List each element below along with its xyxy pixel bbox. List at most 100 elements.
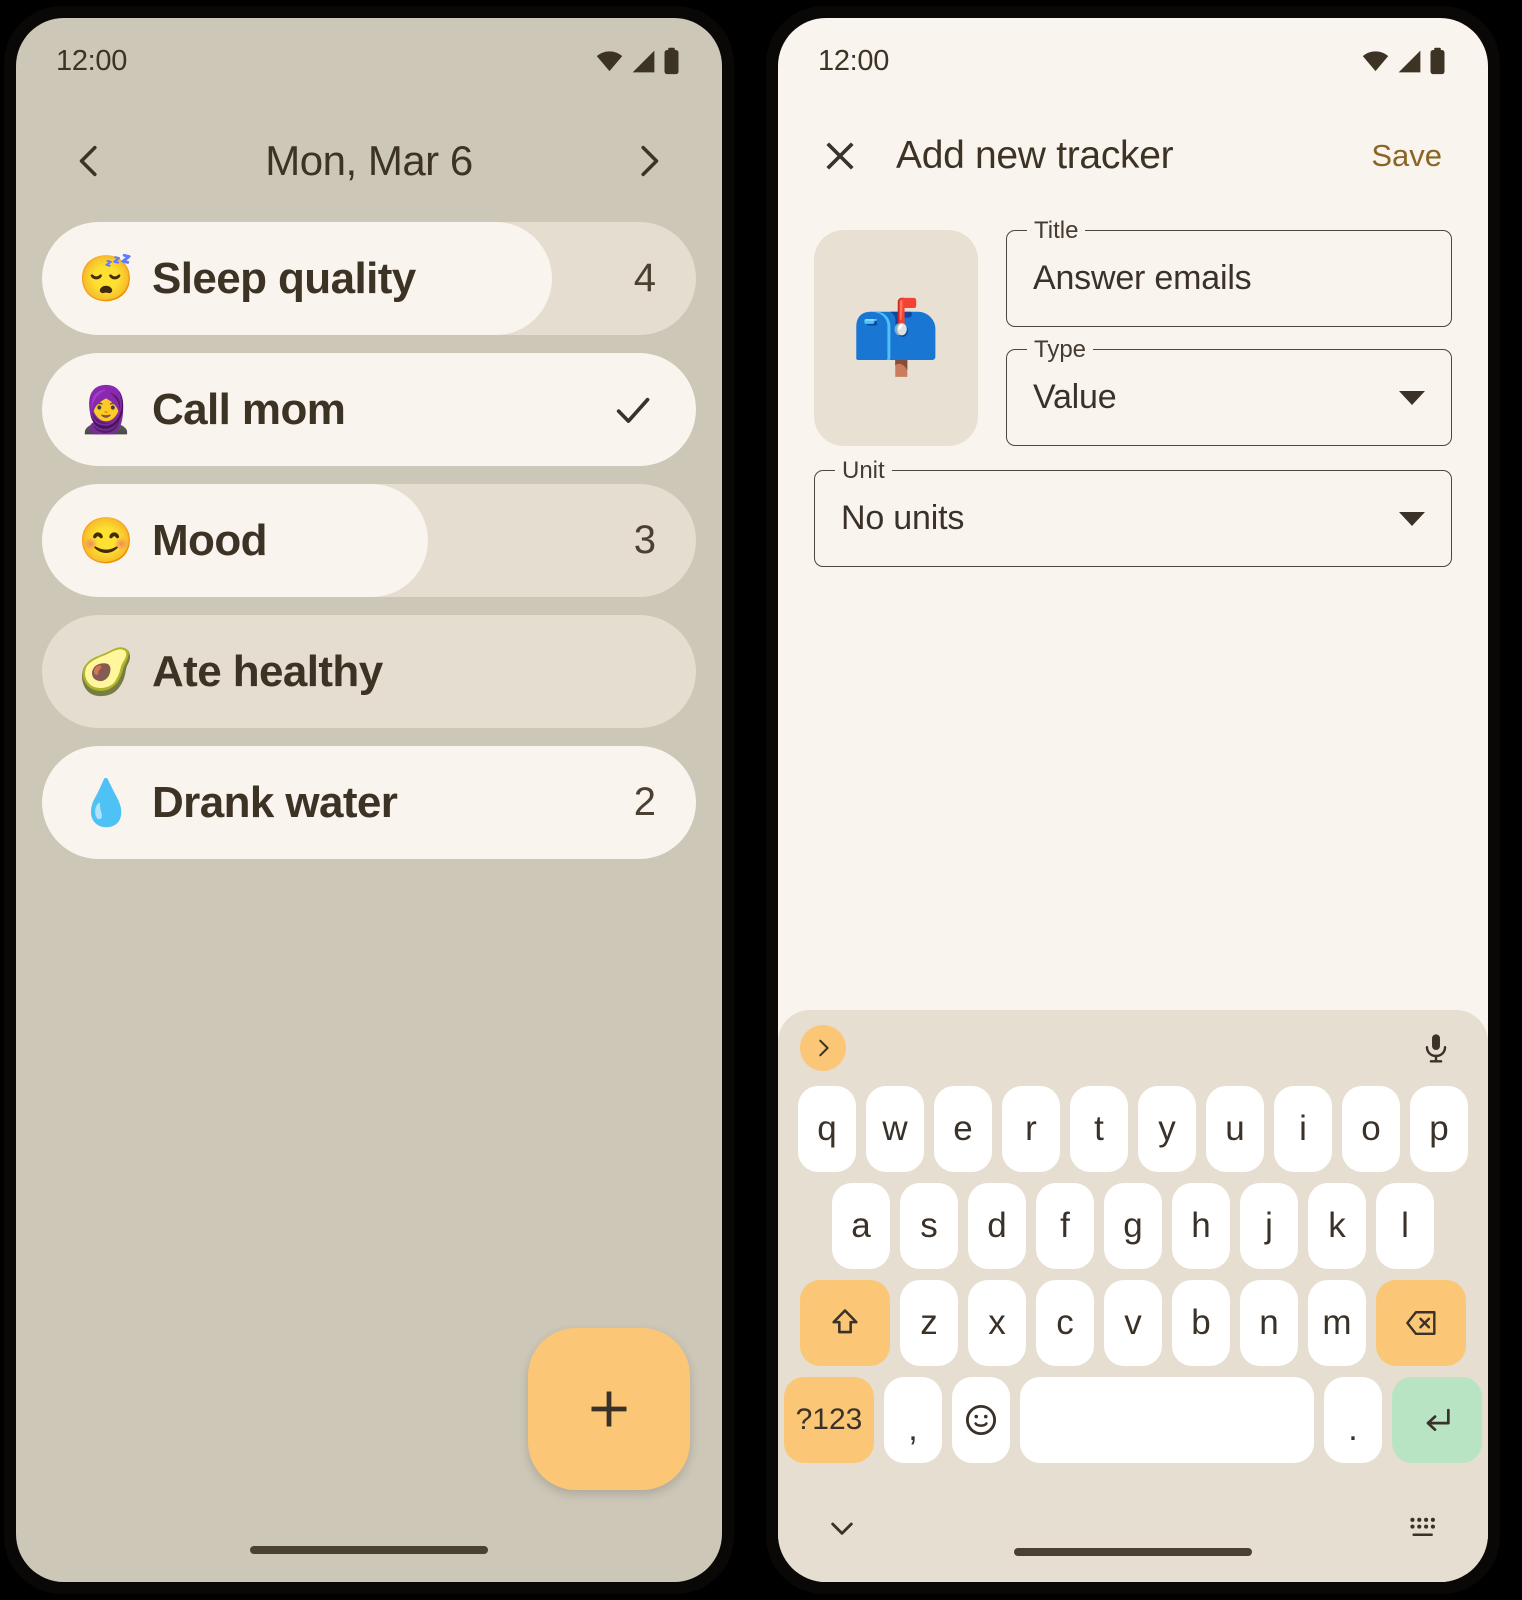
add-tracker-fab[interactable] [528, 1328, 690, 1490]
enter-key[interactable] [1392, 1377, 1482, 1463]
key-j[interactable]: j [1240, 1183, 1298, 1269]
emoji-icon [965, 1404, 997, 1436]
symbols-key[interactable]: ?123 [784, 1377, 874, 1463]
tracker-content: 🥑 Ate healthy [42, 615, 696, 728]
tracker-label: Call mom [152, 384, 346, 434]
keyboard-suggestion-bar [778, 1010, 1488, 1086]
tracker-row[interactable]: 💧 Drank water 2 [42, 746, 696, 859]
tracker-checkmark [610, 387, 656, 433]
chevron-down-icon[interactable] [1399, 390, 1425, 405]
tracker-row[interactable]: 🧕 Call mom [42, 353, 696, 466]
cellular-icon [1398, 50, 1421, 72]
key-g[interactable]: g [1104, 1183, 1162, 1269]
key-l[interactable]: l [1376, 1183, 1434, 1269]
emoji-picker-button[interactable]: 📫 [814, 230, 978, 446]
shift-icon [832, 1309, 858, 1334]
key-h[interactable]: h [1172, 1183, 1230, 1269]
date-header: Mon, Mar 6 [16, 104, 722, 200]
enter-icon [1426, 1408, 1450, 1431]
expand-toolbar-button[interactable] [800, 1025, 846, 1071]
tracker-row[interactable]: 😴 Sleep quality 4 [42, 222, 696, 335]
key-a[interactable]: a [832, 1183, 890, 1269]
droplet-emoji: 💧 [77, 777, 135, 828]
chevron-right-icon [819, 1039, 829, 1057]
key-w[interactable]: w [866, 1086, 924, 1172]
key-i[interactable]: i [1274, 1086, 1332, 1172]
tracker-value: 2 [633, 780, 656, 824]
gesture-bar[interactable] [250, 1546, 488, 1554]
keyboard-row-2: asdfghjkl [778, 1183, 1488, 1269]
backspace-key[interactable] [1376, 1280, 1466, 1366]
smiling-face-emoji: 😊 [77, 515, 135, 566]
previous-day-button[interactable] [62, 134, 116, 188]
tracker-row[interactable]: 😊 Mood 3 [42, 484, 696, 597]
key-b[interactable]: b [1172, 1280, 1230, 1366]
keyboard-row-4: ?123 , . [778, 1377, 1488, 1463]
tracker-value: 4 [633, 256, 656, 300]
sleeping-face-emoji: 😴 [77, 253, 135, 304]
chevron-down-icon [831, 1522, 853, 1535]
backspace-icon [1406, 1311, 1436, 1335]
key-k[interactable]: k [1308, 1183, 1366, 1269]
tracker-content: 😊 Mood 3 [42, 484, 696, 597]
key-c[interactable]: c [1036, 1280, 1094, 1366]
status-time: 12:00 [56, 44, 128, 77]
switch-keyboard-button[interactable] [1400, 1506, 1444, 1550]
avocado-emoji: 🥑 [77, 646, 135, 697]
tracker-label: Sleep quality [152, 253, 416, 303]
shift-key[interactable] [800, 1280, 890, 1366]
key-o[interactable]: o [1342, 1086, 1400, 1172]
tracker-label: Mood [152, 515, 267, 565]
space-key[interactable] [1020, 1377, 1314, 1463]
voice-input-button[interactable] [1414, 1026, 1458, 1070]
app-bar-title: Add new tracker [896, 134, 1174, 177]
right-status-bar: 12:00 [778, 18, 1488, 104]
left-phone-frame: 12:00 Mon, Mar 6 😴 Sleep quality 4 🧕 Call mo… [4, 6, 734, 1594]
title-field[interactable]: Title Answer emails [1006, 218, 1452, 327]
screenshot-stage: 12:00 Mon, Mar 6 😴 Sleep quality 4 🧕 Call mo… [0, 0, 1522, 1600]
key-v[interactable]: v [1104, 1280, 1162, 1366]
key-z[interactable]: z [900, 1280, 958, 1366]
comma-key[interactable]: , [884, 1377, 942, 1463]
cellular-icon [632, 50, 655, 72]
on-screen-keyboard: qwertyuiop asdfghjkl zxcvbnm ?123 , . [778, 1010, 1488, 1582]
key-q[interactable]: q [798, 1086, 856, 1172]
save-button[interactable]: Save [1361, 130, 1452, 182]
key-u[interactable]: u [1206, 1086, 1264, 1172]
emoji-key[interactable] [952, 1377, 1010, 1463]
type-field-value: Value [1033, 378, 1117, 416]
key-t[interactable]: t [1070, 1086, 1128, 1172]
left-phone-screen: 12:00 Mon, Mar 6 😴 Sleep quality 4 🧕 Call mo… [16, 18, 722, 1582]
key-p[interactable]: p [1410, 1086, 1468, 1172]
type-field[interactable]: Type Value [1006, 337, 1452, 446]
unit-field[interactable]: Unit No units [814, 458, 1452, 567]
hide-keyboard-button[interactable] [820, 1506, 864, 1550]
tracker-row[interactable]: 🥑 Ate healthy [42, 615, 696, 728]
key-r[interactable]: r [1002, 1086, 1060, 1172]
close-button[interactable] [812, 128, 868, 184]
next-day-button[interactable] [622, 134, 676, 188]
keyboard-row-1: qwertyuiop [778, 1086, 1488, 1172]
gesture-bar[interactable] [1014, 1548, 1252, 1556]
woman-with-headscarf-emoji: 🧕 [77, 384, 135, 435]
key-e[interactable]: e [934, 1086, 992, 1172]
key-s[interactable]: s [900, 1183, 958, 1269]
type-field-label: Type [1027, 337, 1094, 363]
key-n[interactable]: n [1240, 1280, 1298, 1366]
unit-field-wrapper: Unit No units [778, 446, 1488, 567]
key-d[interactable]: d [968, 1183, 1026, 1269]
key-y[interactable]: y [1138, 1086, 1196, 1172]
title-field-label: Title [1027, 218, 1086, 244]
period-key[interactable]: . [1324, 1377, 1382, 1463]
tracker-label: Drank water [152, 777, 398, 827]
key-f[interactable]: f [1036, 1183, 1094, 1269]
close-icon [826, 142, 854, 170]
check-icon [616, 397, 650, 423]
microphone-icon [1425, 1034, 1447, 1063]
battery-icon [664, 47, 679, 75]
wifi-icon [1362, 50, 1389, 71]
chevron-down-icon[interactable] [1399, 511, 1425, 526]
key-x[interactable]: x [968, 1280, 1026, 1366]
form-top-section: 📫 Title Answer emails Type Value [778, 208, 1488, 446]
key-m[interactable]: m [1308, 1280, 1366, 1366]
